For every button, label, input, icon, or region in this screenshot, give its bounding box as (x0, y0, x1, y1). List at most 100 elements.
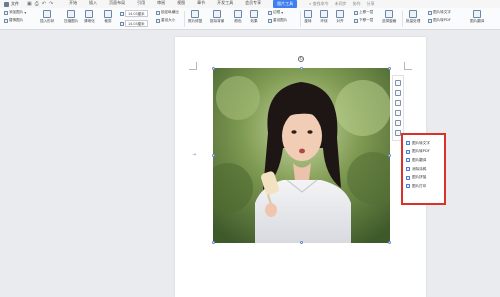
reset-size-icon (156, 18, 160, 23)
rotate-label: 旋转 (304, 19, 312, 23)
rotate-handle-icon[interactable]: ↻ (298, 56, 304, 62)
portrait-photo (213, 68, 390, 243)
reset-picture-icon (268, 18, 272, 23)
resize-handle[interactable] (212, 154, 215, 157)
tab-page-layout[interactable]: 页面布局 (109, 0, 125, 8)
tab-sections[interactable]: 章节 (197, 0, 205, 8)
color-button[interactable]: 颜色 (234, 10, 242, 24)
resize-handle[interactable] (388, 67, 391, 70)
color-icon (234, 10, 242, 18)
up-layer-button[interactable]: 上移一层 (354, 10, 373, 15)
picture-fix-button[interactable]: 照片修复 (188, 10, 202, 24)
resize-handle[interactable] (300, 67, 303, 70)
print-icon[interactable]: ⎙ (35, 1, 39, 7)
select-pane-button[interactable]: 选择窗格 (382, 10, 396, 24)
down-layer-button[interactable]: 下移一层 (354, 18, 373, 23)
insert-shape-button[interactable]: 插入形状 (40, 10, 54, 24)
layout-icon[interactable] (395, 80, 401, 86)
reset-size-label: 重设大小 (161, 18, 176, 22)
divider (300, 11, 301, 27)
replace-picture-button[interactable]: 替换图片 (4, 18, 26, 23)
tab-picture-tools[interactable]: 图片工具 (273, 0, 298, 8)
width-value: 14.03厘米 (125, 20, 148, 27)
matting-button[interactable]: 抠除背景 (210, 10, 224, 24)
paragraph-icon: ⇥ (192, 152, 197, 158)
stitch-icon (406, 175, 410, 180)
crop-icon[interactable] (395, 100, 401, 106)
down-layer-icon (354, 18, 358, 23)
zoom-icon[interactable] (395, 90, 401, 96)
file-menu[interactable]: 文件 (4, 1, 19, 7)
picture-fix-icon (191, 10, 200, 18)
menu-bar: 文件 ▣ ⎙ ↶ ↷ 开始 插入 页面布局 引用 审阅 视图 章节 开发工具 会… (0, 0, 500, 8)
wrap-button[interactable]: 环绕 (320, 10, 328, 24)
print-icon (406, 184, 410, 189)
redo-icon[interactable]: ↷ (49, 1, 53, 7)
popup-to-text[interactable]: 图片转文字 (406, 139, 444, 148)
tab-insert[interactable]: 插入 (89, 0, 97, 8)
tab-developer[interactable]: 开发工具 (217, 0, 233, 8)
up-layer-icon (354, 10, 358, 15)
popup-erase-doodle[interactable]: 消除涂鸦 (406, 165, 444, 174)
to-pdf-button[interactable]: 图片转PDF (428, 18, 451, 23)
align-icon (336, 10, 344, 18)
lock-ratio-checkbox[interactable]: 锁定纵横比 (156, 10, 179, 15)
checkbox-icon (156, 10, 160, 15)
search-command[interactable]: ⌕ 查找命令 (309, 1, 329, 7)
tab-member[interactable]: 会员专享 (245, 0, 261, 8)
compress-label: 压缩图片 (64, 19, 79, 23)
share-button[interactable]: 分享 (367, 1, 375, 7)
replace-icon[interactable] (395, 110, 401, 116)
translate-button[interactable]: 图片翻译 (470, 10, 484, 24)
crop-button[interactable]: 裁剪 (104, 10, 112, 24)
effects-button[interactable]: 效果 (250, 10, 258, 24)
to-text-button[interactable]: 图片转文字 (428, 10, 451, 15)
popup-translate[interactable]: 图片翻译 (406, 156, 444, 165)
resize-handle[interactable] (300, 241, 303, 244)
resize-handle[interactable] (212, 67, 215, 70)
rotate-button[interactable]: 旋转 (304, 10, 312, 24)
batch-label: 批量处理 (406, 19, 421, 23)
align-button[interactable]: 对齐 (336, 10, 344, 24)
batch-button[interactable]: 批量处理 (406, 10, 420, 24)
ribbon-toolbar: 添加图片 ▾ 替换图片 插入形状 压缩图片 清晰化 裁剪 14.03厘米 14.0… (0, 8, 500, 30)
border-button[interactable]: 边框 ▾ (268, 10, 287, 15)
replace-picture-icon (4, 18, 8, 23)
compress-button[interactable]: 压缩图片 (64, 10, 78, 24)
effects-icon (250, 10, 258, 18)
quick-access: ▣ ⎙ ↶ ↷ (27, 1, 53, 7)
collab-button[interactable]: 协作 (353, 1, 361, 7)
save-icon[interactable]: ▣ (27, 1, 32, 7)
undo-icon[interactable]: ↶ (42, 1, 46, 7)
replace-picture-label: 替换图片 (9, 18, 24, 22)
selected-picture[interactable] (213, 68, 390, 243)
height-field[interactable]: 14.03厘米 (120, 10, 148, 17)
add-picture-label: 添加图片 (9, 10, 24, 14)
translate-label: 图片翻译 (470, 19, 485, 23)
add-picture-button[interactable]: 添加图片 ▾ (4, 10, 26, 15)
color-label: 颜色 (234, 19, 242, 23)
crop-label: 裁剪 (104, 19, 112, 23)
popup-stitch[interactable]: 图片拼接 (406, 173, 444, 182)
sync-status[interactable]: 未同步 (335, 1, 347, 7)
border-icon (268, 10, 272, 15)
tab-review[interactable]: 审阅 (157, 0, 165, 8)
to-pdf-icon (428, 18, 432, 23)
to-text-label: 图片转文字 (433, 10, 451, 14)
down-layer-label: 下移一层 (359, 18, 374, 22)
clarity-button[interactable]: 清晰化 (84, 10, 95, 24)
width-field[interactable]: 14.03厘米 (120, 20, 148, 27)
resize-handle[interactable] (388, 154, 391, 157)
popup-to-pdf[interactable]: 图片转PDF (406, 148, 444, 157)
resize-handle[interactable] (212, 241, 215, 244)
reset-size-button[interactable]: 重设大小 (156, 18, 179, 23)
popup-print[interactable]: 图片打印 (406, 182, 444, 191)
tab-home[interactable]: 开始 (69, 0, 77, 8)
divider (184, 11, 185, 27)
reset-picture-button[interactable]: 重设图片 (268, 18, 287, 23)
effects-icon[interactable] (395, 120, 401, 126)
tab-references[interactable]: 引用 (137, 0, 145, 8)
file-label: 文件 (11, 1, 19, 6)
tab-view[interactable]: 视图 (177, 0, 185, 8)
resize-handle[interactable] (388, 241, 391, 244)
